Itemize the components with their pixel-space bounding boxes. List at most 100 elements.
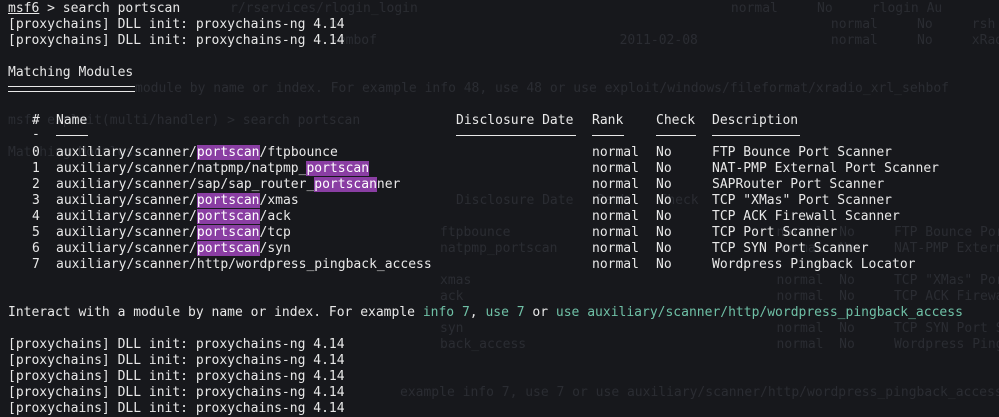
- module-path: auxiliary/scanner/: [56, 193, 197, 208]
- dll-init-line: [proxychains] DLL init: proxychains-ng 4…: [8, 401, 345, 416]
- ghost-line: example info 7, use 7 or use auxiliary/s…: [400, 385, 999, 400]
- ghost-line: r/rservices/rlogin_login normal No rlogi…: [230, 1, 943, 16]
- module-name: auxiliary/scanner/portscan/syn: [56, 241, 291, 257]
- row-description: TCP ACK Firewall Scanner: [712, 209, 900, 224]
- command-prompt: msf6 > search portscan: [8, 1, 180, 17]
- module-path-suffix: /ftpbounce: [259, 145, 338, 160]
- module-name: auxiliary/scanner/portscan/tcp: [56, 225, 291, 241]
- search-match-highlight: portscan: [196, 145, 260, 160]
- header-name: Name: [56, 113, 88, 128]
- terminal-window[interactable]: r/rservices/rlogin_login normal No rlogi…: [0, 0, 999, 417]
- dll-init-line: [proxychains] DLL init: proxychains-ng 4…: [8, 33, 345, 48]
- header-rank: Rank: [592, 113, 624, 128]
- row-description: TCP SYN Port Scanner: [712, 241, 869, 256]
- row-num: 1: [32, 161, 40, 176]
- row-rank: normal: [592, 161, 639, 176]
- header-description-rule: [712, 135, 800, 136]
- search-match-highlight: portscan: [196, 241, 260, 256]
- dll-init-line: [proxychains] DLL init: proxychains-ng 4…: [8, 369, 345, 384]
- ghost-line: xmas normal No TCP "XMas" Port Scanner: [440, 273, 999, 288]
- search-match-highlight: portscan: [314, 177, 377, 192]
- module-path-suffix: /tcp: [259, 225, 291, 240]
- interact-hint: Interact with a module by name or index.…: [8, 305, 963, 321]
- row-check: No: [656, 193, 672, 208]
- row-check: No: [656, 225, 672, 240]
- header-description: Description: [712, 113, 799, 128]
- module-path-suffix: /ack: [259, 209, 291, 224]
- row-rank: normal: [592, 209, 639, 224]
- module-path: auxiliary/scanner/: [56, 145, 197, 160]
- dll-init-line: [proxychains] DLL init: proxychains-ng 4…: [8, 385, 345, 400]
- module-path: auxiliary/scanner/: [56, 225, 197, 240]
- row-num: 2: [32, 177, 40, 192]
- row-rank: normal: [592, 241, 639, 256]
- header-name-rule: [56, 135, 88, 136]
- module-path-suffix: /syn: [259, 241, 291, 256]
- interact-text: Interact with a module by name or index.…: [8, 305, 423, 320]
- interact-separator: or: [524, 305, 556, 320]
- ghost-line: ack normal No TCP ACK Firewall Scanner: [440, 289, 999, 304]
- module-path: auxiliary/scanner/sap/sap_router_: [56, 177, 315, 192]
- row-check: No: [656, 177, 672, 192]
- row-check: No: [656, 241, 672, 256]
- row-description: TCP "XMas" Port Scanner: [712, 193, 893, 208]
- row-rank: normal: [592, 145, 639, 160]
- module-name: auxiliary/scanner/sap/sap_router_portsca…: [56, 177, 400, 193]
- module-path-suffix: ner: [376, 177, 401, 192]
- use-module-command[interactable]: use auxiliary/scanner/http/wordpress_pin…: [556, 305, 963, 320]
- search-match-highlight: portscan: [306, 161, 370, 176]
- module-name: auxiliary/scanner/portscan/ftpbounce: [56, 145, 338, 161]
- ghost-line: n normal No rsh Authe: [330, 17, 999, 32]
- ghost-line: module by name or index. For example inf…: [135, 81, 949, 96]
- module-path: auxiliary/scanner/: [56, 209, 197, 224]
- row-description: NAT-PMP External Port Scanner: [712, 161, 939, 176]
- module-name: auxiliary/scanner/portscan/ack: [56, 209, 291, 225]
- info-command[interactable]: info 7: [423, 305, 470, 320]
- header-check-rule: [656, 135, 696, 136]
- use-index-command[interactable]: use 7: [485, 305, 524, 320]
- row-rank: normal: [592, 257, 639, 272]
- module-path: auxiliary/scanner/: [56, 241, 197, 256]
- row-num: 0: [32, 145, 40, 160]
- interact-separator: ,: [469, 305, 486, 320]
- dll-init-line: [proxychains] DLL init: proxychains-ng 4…: [8, 353, 345, 368]
- row-check: No: [656, 257, 672, 272]
- search-match-highlight: portscan: [196, 225, 260, 240]
- ghost-line: sembof 2011-02-08 normal No xRadio 0.: [330, 33, 999, 48]
- search-match-highlight: portscan: [196, 193, 260, 208]
- module-path: auxiliary/scanner/natpmp/natpmp_: [56, 161, 307, 176]
- matching-modules-title: Matching Modules: [8, 65, 134, 80]
- prompt-command: > search portscan: [39, 1, 181, 16]
- header-disclosure-date: Disclosure Date: [456, 113, 574, 128]
- row-rank: normal: [592, 193, 639, 208]
- dll-init-line: [proxychains] DLL init: proxychains-ng 4…: [8, 337, 345, 352]
- row-check: No: [656, 145, 672, 160]
- row-rank: normal: [592, 177, 639, 192]
- module-name: auxiliary/scanner/natpmp/natpmp_portscan: [56, 161, 370, 177]
- row-rank: normal: [592, 225, 639, 240]
- row-description: Wordpress Pingback Locator: [712, 257, 916, 272]
- row-num: 3: [32, 193, 40, 208]
- row-num: 5: [32, 225, 40, 240]
- ghost-line: back_access normal No Wordpress Pingback…: [440, 337, 999, 352]
- header-disclosure-rule: [456, 135, 576, 136]
- header-check: Check: [656, 113, 696, 128]
- prompt-name: msf6: [8, 1, 40, 16]
- header-num-rule: -: [32, 127, 40, 142]
- module-path: auxiliary/scanner/http/wordpress_pingbac…: [56, 257, 432, 272]
- header-rank-rule: [592, 135, 624, 136]
- row-num: 6: [32, 241, 40, 256]
- row-description: TCP Port Scanner: [712, 225, 838, 240]
- module-name: auxiliary/scanner/portscan/xmas: [56, 193, 299, 209]
- row-description: SAPRouter Port Scanner: [712, 177, 885, 192]
- ghost-line: syn normal No TCP SYN Port Scanner: [440, 321, 999, 336]
- row-check: No: [656, 209, 672, 224]
- row-num: 7: [32, 257, 40, 272]
- title-underline: [8, 86, 135, 92]
- row-description: FTP Bounce Port Scanner: [712, 145, 893, 160]
- module-name: auxiliary/scanner/http/wordpress_pingbac…: [56, 257, 432, 273]
- row-check: No: [656, 161, 672, 176]
- module-path-suffix: /xmas: [259, 193, 299, 208]
- dll-init-line: [proxychains] DLL init: proxychains-ng 4…: [8, 17, 345, 32]
- search-match-highlight: portscan: [196, 209, 260, 224]
